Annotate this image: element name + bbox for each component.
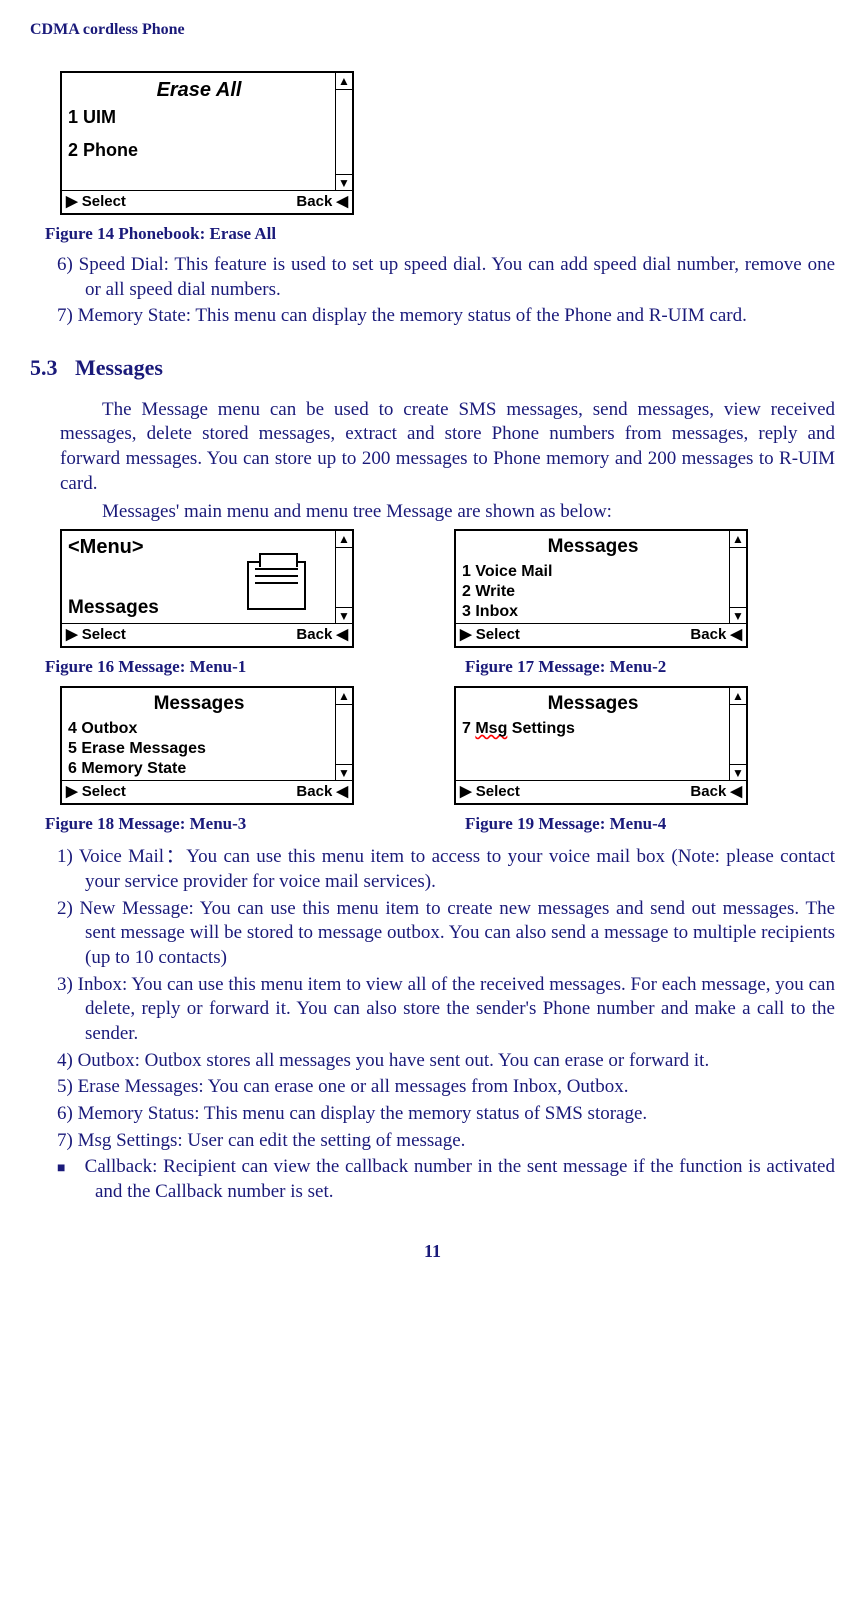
tri-right-icon: ▶ [66, 783, 78, 800]
figure-16-screen: <Menu> Messages ▲ ▼ ▶ Select Back ◀ [60, 529, 354, 648]
scroll-up-icon: ▲ [336, 531, 352, 548]
list2-item-3: 3) Inbox: You can use this menu item to … [85, 973, 835, 1047]
fig18-caption: Figure 18 Message: Menu-3 [45, 813, 335, 835]
figure-18-screen: Messages 4 Outbox 5 Erase Messages 6 Mem… [60, 686, 354, 805]
fig17-item-1: 1 Voice Mail [456, 562, 730, 582]
softkey-back: Back [296, 193, 332, 210]
softkey-select: Select [82, 626, 126, 643]
softkey-back: Back [296, 626, 332, 643]
figure-19-screen: Messages 7 Msg Settings ▲ ▼ ▶ Select Bac… [454, 686, 748, 805]
square-bullet-icon: ■ [57, 1160, 79, 1178]
tri-left-icon: ◀ [336, 192, 348, 212]
list2-item-2: 2) New Message: You can use this menu it… [85, 897, 835, 971]
fig17-item-3: 3 Inbox [456, 602, 730, 622]
figure-17-screen: Messages 1 Voice Mail 2 Write 3 Inbox ▲ … [454, 529, 748, 648]
softkey-select: Select [476, 626, 520, 643]
fig19-title: Messages [456, 690, 730, 719]
softkey-back: Back [690, 626, 726, 643]
fig19-caption: Figure 19 Message: Menu-4 [465, 813, 666, 835]
softkey-back: Back [690, 783, 726, 800]
fig16-label: Messages [62, 595, 165, 622]
section-number: 5.3 [30, 354, 75, 383]
scroll-up-icon: ▲ [336, 73, 352, 90]
scrollbar: ▲ ▼ [335, 531, 352, 624]
para-2: Messages' main menu and menu tree Messag… [60, 500, 835, 525]
envelope-icon [247, 561, 306, 610]
softkey-select: Select [82, 783, 126, 800]
tri-left-icon: ◀ [336, 626, 348, 643]
tri-right-icon: ▶ [66, 626, 78, 643]
fig17-title: Messages [456, 533, 730, 562]
softkey-select: Select [82, 193, 126, 210]
list2-item-4: 4) Outbox: Outbox stores all messages yo… [85, 1049, 835, 1074]
scroll-up-icon: ▲ [336, 688, 352, 705]
fig18-item-5: 5 Erase Messages [62, 739, 336, 759]
figure-14-screen: Erase All 1 UIM 2 Phone ▲ ▼ ▶ Select Bac… [60, 71, 354, 215]
scroll-down-icon: ▼ [336, 607, 352, 624]
scrollbar: ▲ ▼ [729, 531, 746, 624]
fig19-item-7: 7 Msg Settings [456, 719, 730, 739]
fig18-title: Messages [62, 690, 336, 719]
fig14-caption: Figure 14 Phonebook: Erase All [45, 223, 835, 245]
scrollbar: ▲ ▼ [335, 688, 352, 781]
scrollbar: ▲ ▼ [335, 73, 352, 191]
tri-right-icon: ▶ [460, 783, 472, 800]
scroll-down-icon: ▼ [336, 174, 352, 191]
fig17-caption: Figure 17 Message: Menu-2 [465, 656, 666, 678]
scroll-up-icon: ▲ [730, 531, 746, 548]
section-title: Messages [75, 355, 163, 380]
list2-item-1: 1) Voice Mail：You can use this menu item… [85, 845, 835, 894]
softkey-bar: ▶ Select Back ◀ [62, 190, 352, 213]
list2-bullet-1: ■ Callback: Recipient can view the callb… [95, 1155, 835, 1204]
softkey-bar: ▶ Select Back ◀ [62, 623, 352, 646]
list2-item-7: 7) Msg Settings: User can edit the setti… [85, 1129, 835, 1154]
scroll-up-icon: ▲ [730, 688, 746, 705]
softkey-bar: ▶ Select Back ◀ [62, 780, 352, 803]
tri-left-icon: ◀ [730, 783, 742, 800]
tri-right-icon: ▶ [460, 626, 472, 643]
fig14-item-2: 2 Phone [62, 138, 336, 163]
scrollbar: ▲ ▼ [729, 688, 746, 781]
scroll-down-icon: ▼ [336, 764, 352, 781]
doc-header: CDMA cordless Phone [30, 20, 835, 41]
softkey-back: Back [296, 783, 332, 800]
page-number: 11 [30, 1240, 835, 1263]
scroll-down-icon: ▼ [730, 607, 746, 624]
list2-item-5: 5) Erase Messages: You can erase one or … [85, 1075, 835, 1100]
list2-item-6: 6) Memory Status: This menu can display … [85, 1102, 835, 1127]
list1-item-6: 6) Speed Dial: This feature is used to s… [85, 253, 835, 302]
softkey-bar: ▶ Select Back ◀ [456, 623, 746, 646]
fig17-write: Write [475, 583, 515, 600]
fig16-caption: Figure 16 Message: Menu-1 [45, 656, 335, 678]
para-1: The Message menu can be used to create S… [60, 398, 835, 497]
fig19-msg: Msg [475, 720, 507, 737]
tri-left-icon: ◀ [336, 783, 348, 800]
fig18-item-6: 6 Memory State [62, 759, 336, 779]
fig14-title: Erase All [62, 75, 336, 105]
section-heading: 5.3Messages [30, 354, 835, 383]
tri-left-icon: ◀ [730, 626, 742, 643]
scroll-down-icon: ▼ [730, 764, 746, 781]
fig17-item-2: 2 Write [456, 582, 730, 602]
list1-item-7: 7) Memory State: This menu can display t… [85, 304, 835, 329]
fig18-item-4: 4 Outbox [62, 719, 336, 739]
softkey-bar: ▶ Select Back ◀ [456, 780, 746, 803]
tri-right-icon: ▶ [66, 192, 78, 212]
softkey-select: Select [476, 783, 520, 800]
fig14-item-1: 1 UIM [62, 105, 336, 130]
